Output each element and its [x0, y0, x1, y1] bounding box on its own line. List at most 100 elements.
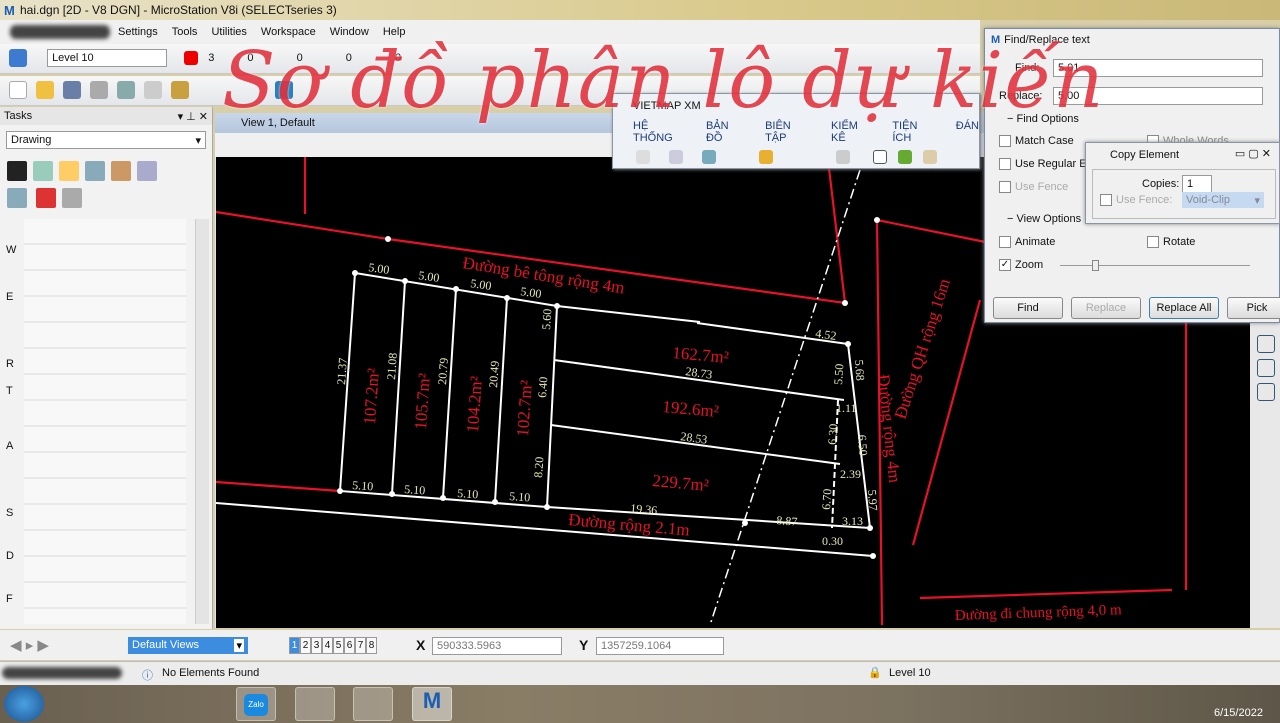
copy-icon[interactable] — [144, 81, 163, 99]
dimension-label: 21.08 — [384, 352, 400, 380]
view-5-button[interactable]: 5 — [333, 637, 344, 654]
area-label: 107.2m² — [360, 368, 383, 426]
regex-checkbox[interactable]: Use Regular Expressions — [999, 158, 1089, 171]
use-fence-checkbox[interactable]: Use Fence: — [1100, 194, 1173, 207]
copies-input[interactable]: 1 — [1182, 175, 1212, 193]
view-8-button[interactable]: 8 — [366, 637, 377, 654]
close-icon[interactable]: ▭ ▢ ✕ — [1235, 147, 1271, 160]
color-swatch[interactable] — [184, 51, 199, 65]
pointer-icon[interactable] — [636, 150, 650, 164]
view-1-button[interactable]: 1 — [289, 637, 300, 654]
road-label: Đường QH rộng 16m — [891, 276, 954, 421]
find-button[interactable]: Find — [993, 297, 1063, 319]
lock-icon[interactable]: 🔒 — [868, 666, 882, 679]
dimension-label: 6.50 — [855, 434, 870, 456]
red-line — [876, 218, 1001, 247]
refresh-icon[interactable] — [898, 150, 912, 164]
search-icon[interactable] — [923, 150, 937, 164]
y-label: Y — [579, 637, 589, 653]
saved-views-combo[interactable]: Default Views ▾ — [128, 637, 248, 654]
tool-icon[interactable] — [7, 188, 27, 208]
dimension-label: 21.37 — [334, 357, 350, 385]
microstation-icon: M — [422, 688, 442, 713]
bulb-icon[interactable] — [759, 150, 773, 164]
start-button[interactable] — [4, 686, 44, 722]
pick-button[interactable]: Pick — [1227, 297, 1280, 319]
delete-icon[interactable] — [836, 150, 850, 164]
cut-icon[interactable] — [117, 81, 136, 99]
taskbar-zalo[interactable]: Zalo — [236, 687, 276, 721]
paste-icon[interactable] — [171, 81, 190, 99]
y-coordinate[interactable]: 1357259.1064 — [596, 637, 724, 655]
menu-tools[interactable]: Tools — [172, 26, 198, 44]
tasks-panel: Tasks ▾ ⊥ ✕ Drawing ▾ WERTASDF — [0, 107, 213, 629]
level-combo[interactable]: Level 10 — [47, 49, 168, 67]
road-label: Đường đi chung rộng 4,0 m — [955, 602, 1123, 624]
element-selection-icon[interactable] — [9, 49, 27, 67]
rotate-checkbox[interactable]: Rotate — [1147, 236, 1196, 249]
delete-icon[interactable] — [36, 188, 57, 208]
taskbar-microstation[interactable]: M — [412, 687, 452, 721]
tool-icon[interactable] — [62, 188, 83, 208]
select-icon[interactable] — [702, 150, 716, 164]
vietmap-icons — [613, 144, 979, 164]
dimension-label: 5.60 — [539, 308, 554, 330]
replace-button[interactable]: Replace — [1071, 297, 1141, 319]
taskbar-coccoc[interactable] — [180, 687, 220, 721]
save-icon[interactable] — [63, 81, 82, 99]
red-line — [919, 588, 1173, 600]
section-f[interactable]: F — [6, 566, 22, 633]
view-2-button[interactable]: 2 — [300, 637, 311, 654]
select-arrow-icon[interactable] — [7, 161, 27, 181]
view-toolbar[interactable] — [215, 133, 615, 157]
print-icon[interactable] — [90, 81, 109, 99]
rotate-label: Rotate — [1163, 236, 1196, 248]
area-label: 162.7m² — [672, 343, 730, 367]
zoom-checkbox[interactable]: ✓ Zoom — [999, 259, 1044, 272]
menu-settings[interactable]: Settings — [118, 26, 158, 44]
use-fence-label: Use Fence: — [1116, 194, 1173, 206]
view-tool-icon[interactable] — [1257, 335, 1275, 353]
view-3-button[interactable]: 3 — [311, 637, 322, 654]
tool-grid[interactable] — [24, 219, 186, 624]
close-icon[interactable]: ▾ ⊥ ✕ — [178, 110, 208, 123]
view-4-button[interactable]: 4 — [322, 637, 333, 654]
view-6-button[interactable]: 6 — [344, 637, 355, 654]
view-tool-icon[interactable] — [1257, 359, 1275, 377]
open-folder-icon[interactable] — [36, 81, 55, 99]
tool-icon[interactable] — [85, 161, 105, 181]
area-label: 105.7m² — [411, 373, 434, 431]
taskbar-ie[interactable] — [80, 687, 120, 721]
taskbar-media-player[interactable] — [125, 687, 165, 721]
match-case-checkbox[interactable]: Match Case — [999, 135, 1074, 148]
tool-icon[interactable] — [137, 161, 157, 181]
zoom-slider[interactable] — [1060, 260, 1250, 271]
replace-all-button[interactable]: Replace All — [1149, 297, 1219, 319]
text-icon[interactable] — [873, 150, 887, 164]
view-options-toggle[interactable]: − View Options — [1007, 213, 1081, 225]
dimension-label: 5.10 — [404, 482, 426, 497]
view-tool-icon[interactable] — [1257, 383, 1275, 401]
fence-mode-select[interactable]: Void-Clip ▾ — [1182, 192, 1264, 208]
clock-date: 6/15/2022 — [1214, 707, 1263, 719]
redacted-status — [2, 667, 122, 679]
dimension-label: 8.87 — [776, 513, 798, 529]
view-7-button[interactable]: 7 — [355, 637, 366, 654]
taskbar-photo-viewer[interactable] — [353, 687, 393, 721]
view-number-buttons: 12345678 — [289, 637, 377, 654]
x-coordinate[interactable]: 590333.5963 — [432, 637, 562, 655]
grid-icon[interactable] — [669, 150, 683, 164]
back-icon[interactable]: ◀ ▸ ▶ — [10, 636, 49, 654]
copies-label: Copies: — [1142, 178, 1180, 190]
task-dropdown[interactable]: Drawing ▾ — [6, 131, 206, 149]
tool-icon[interactable] — [111, 161, 131, 181]
tasks-scrollbar[interactable] — [195, 219, 209, 624]
tool-icon[interactable] — [33, 161, 53, 181]
new-file-icon[interactable] — [9, 81, 27, 99]
tool-icon[interactable] — [59, 161, 79, 181]
use-fence-checkbox[interactable]: Use Fence — [999, 181, 1068, 194]
section-a[interactable]: A — [6, 413, 22, 480]
taskbar-explorer[interactable] — [295, 687, 335, 721]
animate-checkbox[interactable]: Animate — [999, 236, 1055, 249]
zoom-label: Zoom — [1015, 259, 1044, 271]
